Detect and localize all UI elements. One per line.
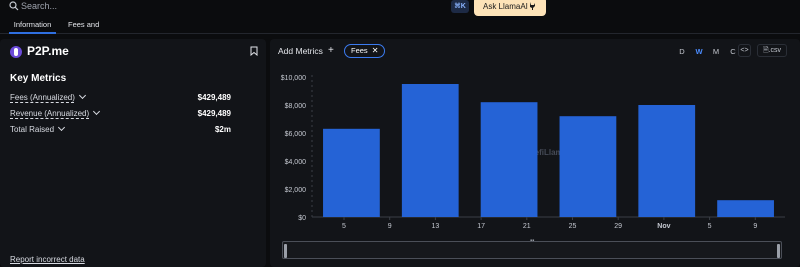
metric-row-total-raised[interactable]: Total Raised $2m: [10, 123, 231, 137]
y-tick-label: $4,000: [285, 159, 307, 166]
y-tick-label: $2,000: [285, 187, 307, 194]
y-tick-label: $10,000: [281, 75, 306, 82]
chevron-down-icon: [93, 107, 101, 116]
metric-label: Revenue (Annualized): [10, 107, 101, 121]
x-tick-label: 21: [523, 223, 531, 230]
x-tick-label: 29: [614, 223, 622, 230]
x-tick-label: 25: [569, 223, 577, 230]
top-bar: Search... ⌘K Ask LlamaAI: [0, 0, 800, 16]
brush-left-handle[interactable]: [284, 244, 287, 258]
brush-right-handle[interactable]: [777, 244, 780, 258]
ask-llamaai-label: Ask LlamaAI: [483, 2, 528, 11]
y-tick-label: $0: [298, 215, 306, 222]
x-tick-label: Nov: [657, 223, 670, 230]
x-tick-label: 5: [708, 223, 712, 230]
chart-range-brush[interactable]: ▪▪: [282, 238, 782, 259]
chart-bar: [717, 200, 774, 217]
x-tick-label: 17: [477, 223, 485, 230]
tab-information[interactable]: Information: [9, 16, 56, 34]
x-tick-label: 5: [342, 223, 346, 230]
fees-bar-chart: $0$2,000$4,000$6,000$8,000$10,000DefiLla…: [281, 75, 785, 230]
metric-value: $429,489: [197, 109, 231, 118]
metric-row-revenue[interactable]: Revenue (Annualized) $429,489: [10, 107, 231, 121]
x-tick-label: 9: [388, 223, 392, 230]
llama-icon: [530, 2, 535, 10]
metric-label: Total Raised: [10, 123, 66, 137]
key-metrics-title: Key Metrics: [10, 73, 67, 84]
protocol-info-panel: P2P.me Key Metrics Fees (Annualized) $42…: [0, 39, 266, 267]
drag-grip-icon[interactable]: ▪▪: [530, 238, 534, 244]
report-incorrect-data-link[interactable]: Report incorrect data: [10, 255, 85, 264]
chevron-down-icon: [57, 123, 66, 132]
x-tick-label: 9: [753, 223, 757, 230]
search-input[interactable]: Search...: [21, 1, 57, 11]
shortcut-badge: ⌘K: [451, 0, 469, 13]
search-icon[interactable]: [9, 1, 19, 11]
metric-value: $429,489: [197, 93, 231, 102]
metric-label: Fees (Annualized): [10, 91, 86, 105]
tab-fees-and-revenue[interactable]: Fees and Revenue: [68, 16, 130, 47]
protocol-logo: [10, 46, 22, 58]
chevron-down-icon: [78, 91, 86, 100]
metric-row-fees[interactable]: Fees (Annualized) $429,489: [10, 91, 231, 105]
chart-bar: [480, 102, 538, 217]
chart-bar: [323, 128, 380, 217]
chart-bar: [559, 116, 617, 217]
chart-bar: [638, 105, 696, 217]
chart-panel: Add Metrics + Fees ✕ D W M C <> 🗎.csv $0 $…: [270, 39, 800, 267]
metric-value: $2m: [214, 125, 231, 134]
x-tick-label: 13: [431, 223, 439, 230]
bookmark-icon[interactable]: [250, 46, 258, 56]
tab-bar: Information Fees and Revenue: [0, 16, 800, 47]
y-tick-label: $6,000: [285, 131, 307, 138]
chart-bar: [401, 84, 459, 217]
y-tick-label: $8,000: [285, 103, 307, 110]
protocol-name: P2P.me: [27, 44, 69, 58]
ask-llamaai-button[interactable]: Ask LlamaAI: [474, 0, 546, 16]
